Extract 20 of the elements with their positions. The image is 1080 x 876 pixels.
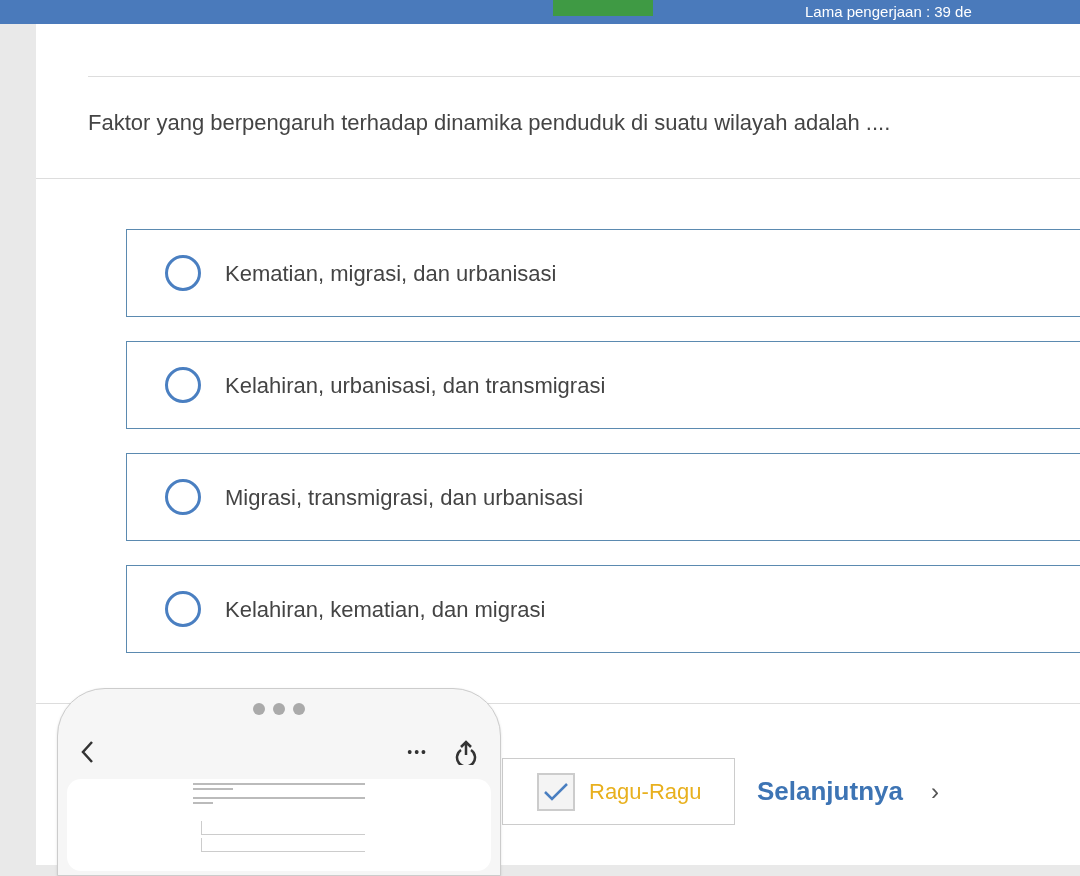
timer-text: Lama pengerjaan : 39 de bbox=[805, 3, 972, 21]
option-text: Kematian, migrasi, dan urbanisasi bbox=[225, 259, 557, 288]
option-text: Kelahiran, urbanisasi, dan transmigrasi bbox=[225, 371, 606, 400]
answer-option[interactable]: Kelahiran, kematian, dan migrasi bbox=[126, 565, 1080, 653]
radio-button[interactable] bbox=[165, 591, 201, 627]
answer-option[interactable]: Kelahiran, urbanisasi, dan transmigrasi bbox=[126, 341, 1080, 429]
option-text: Migrasi, transmigrasi, dan urbanisasi bbox=[225, 483, 584, 512]
answer-option[interactable]: Kematian, migrasi, dan urbanisasi bbox=[126, 229, 1080, 317]
radio-button[interactable] bbox=[165, 367, 201, 403]
next-button[interactable]: Selanjutnya › bbox=[757, 772, 939, 811]
share-icon[interactable] bbox=[454, 739, 478, 765]
radio-button[interactable] bbox=[165, 255, 201, 291]
option-text: Kelahiran, kematian, dan migrasi bbox=[225, 595, 546, 624]
radio-button[interactable] bbox=[165, 479, 201, 515]
more-button[interactable]: ••• bbox=[407, 741, 428, 763]
back-icon[interactable] bbox=[80, 740, 94, 764]
answer-option[interactable]: Migrasi, transmigrasi, dan urbanisasi bbox=[126, 453, 1080, 541]
check-icon bbox=[543, 781, 569, 802]
checkbox[interactable] bbox=[537, 772, 575, 811]
question-text: Faktor yang berpengaruh terhadap dinamika penduduk di suatu wilayah adalah .... bbox=[88, 109, 892, 137]
